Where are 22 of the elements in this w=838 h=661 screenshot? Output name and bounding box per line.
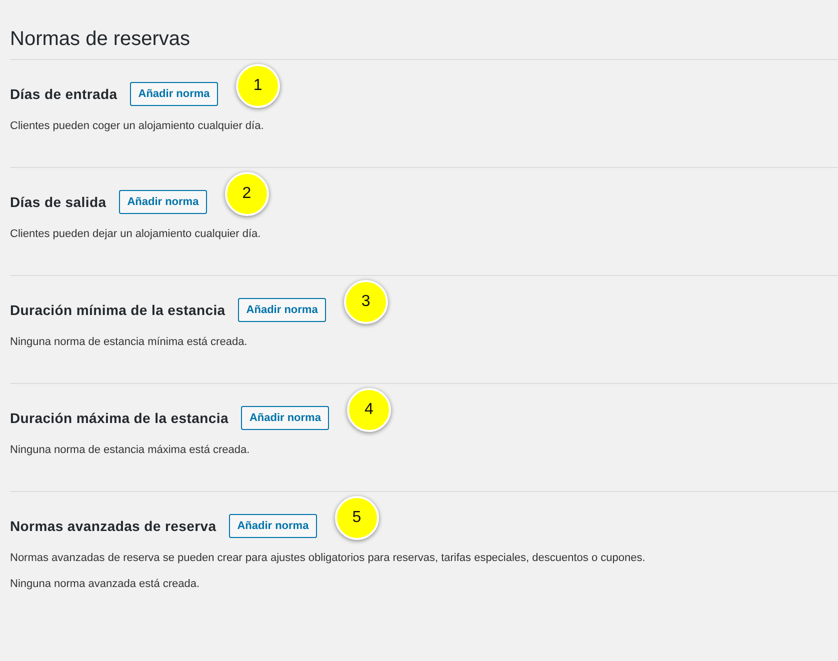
description-text: Ninguna norma avanzada está creada. — [10, 578, 201, 590]
description-text: Ninguna norma de estancia mínima está creada. — [10, 336, 248, 348]
description-text: Normas avanzadas de reserva se pueden crear para ajustes obligatorios para reservas, tarifas especiales, descuentos o cupones. — [10, 552, 646, 564]
description-text: Ninguna norma de estancia máxima está creada. — [10, 444, 251, 456]
section-heading: Duración mínima de la estancia — [10, 302, 226, 318]
page-title: Normas de reservas — [10, 28, 838, 60]
section-heading: Días de salida — [10, 194, 106, 210]
add-rule-button[interactable]: Añadir norma — [238, 298, 326, 322]
add-rule-button[interactable]: Añadir norma — [229, 514, 317, 538]
add-rule-button[interactable]: Añadir norma — [130, 82, 218, 106]
number-callout: 1 — [236, 64, 280, 108]
description-text: Clientes pueden dejar un alojamiento cualquier día. — [10, 228, 262, 240]
section-heading: Normas avanzadas de reserva — [10, 518, 216, 534]
section-heading: Duración máxima de la estancia — [10, 410, 228, 426]
number-callout: 4 — [346, 388, 391, 432]
number-callout: 3 — [344, 280, 388, 324]
description-text: Clientes pueden coger un alojamiento cualquier día. — [10, 120, 265, 132]
number-callout: 5 — [334, 496, 379, 540]
number-callout: 2 — [224, 172, 269, 216]
add-rule-button[interactable]: Añadir norma — [119, 190, 207, 214]
add-rule-button[interactable]: Añadir norma — [241, 406, 329, 430]
section-heading: Días de entrada — [10, 86, 118, 102]
